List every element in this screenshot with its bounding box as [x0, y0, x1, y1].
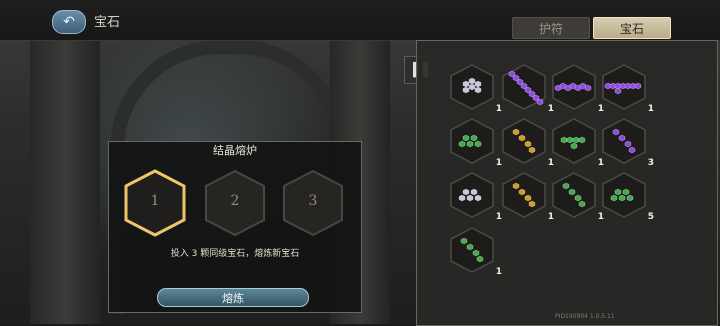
gem-icon	[460, 237, 468, 245]
gem-icon	[512, 182, 520, 190]
gem-icon	[614, 188, 622, 196]
gem-slot[interactable]: 1	[502, 64, 554, 114]
gem-icon	[618, 134, 626, 142]
stone-pillar-left	[30, 40, 100, 324]
gem-icon	[466, 140, 474, 148]
crystal-forge-panel: 结晶熔炉 1 2 3 投入 3 颗同级宝石，熔炼新宝石 熔炼	[108, 141, 362, 313]
forge-title: 结晶熔炉	[213, 144, 257, 157]
gem-icon	[524, 140, 532, 148]
gem-slot[interactable]: 1	[450, 172, 502, 222]
gem-icon	[528, 200, 536, 208]
gem-count: 1	[647, 104, 654, 114]
gem-icon	[472, 249, 480, 257]
gem-slot[interactable]: 1	[602, 64, 654, 114]
gem-slot[interactable]: 1	[450, 64, 502, 114]
gem-slot[interactable]: 5	[602, 172, 654, 222]
gem-icon	[474, 194, 482, 202]
gem-icon	[574, 194, 582, 202]
gem-icon	[562, 182, 570, 190]
tab-gem[interactable]: 宝石	[593, 17, 671, 39]
tab-bar: 护符 宝石	[512, 17, 671, 39]
gem-slot[interactable]: 1	[552, 64, 604, 114]
gem-icon	[518, 134, 526, 142]
gem-icon	[634, 82, 642, 90]
gem-icon	[612, 128, 620, 136]
smelt-button[interactable]: 熔炼	[157, 288, 309, 307]
gem-icon	[578, 200, 586, 208]
gem-slot[interactable]: 1	[450, 118, 502, 168]
gem-icon	[524, 194, 532, 202]
gem-icon	[610, 194, 618, 202]
gem-icon	[468, 77, 476, 85]
gem-icon	[518, 188, 526, 196]
gem-count: 5	[647, 212, 654, 222]
top-bar: ↶ 宝石 护符 宝石	[0, 0, 720, 41]
gem-icon	[512, 128, 520, 136]
gem-icon	[470, 134, 478, 142]
gem-icon	[584, 84, 592, 92]
gem-icon	[462, 86, 470, 94]
forge-slot-1[interactable]: 1	[123, 168, 187, 238]
gem-icon	[462, 80, 470, 88]
gem-icon	[624, 140, 632, 148]
gem-slot[interactable]: 1	[502, 172, 554, 222]
page-title: 宝石	[94, 15, 121, 30]
gem-slot[interactable]: 1	[552, 172, 604, 222]
gem-icon	[566, 136, 574, 144]
gem-icon	[474, 140, 482, 148]
gem-icon	[628, 146, 636, 154]
gem-icon	[468, 83, 476, 91]
gem-icon	[528, 146, 536, 154]
gem-slot[interactable]: 1	[502, 118, 554, 168]
gem-icon	[470, 188, 478, 196]
forge-instruction: 投入 3 颗同级宝石，熔炼新宝石	[170, 249, 300, 259]
gem-icon	[458, 140, 466, 148]
gem-icon	[626, 194, 634, 202]
gem-icon	[618, 194, 626, 202]
gem-icon	[572, 136, 580, 144]
gem-icon	[622, 188, 630, 196]
gem-icon	[474, 80, 482, 88]
gem-icon	[536, 98, 544, 106]
gem-icon	[462, 188, 470, 196]
gem-slot[interactable]: 3	[602, 118, 654, 168]
gem-icon	[466, 243, 474, 251]
gem-icon	[578, 136, 586, 144]
gem-slot[interactable]: 1	[450, 227, 502, 277]
gem-slot[interactable]: 1	[552, 118, 604, 168]
gem-icon	[474, 86, 482, 94]
back-button[interactable]: ↶	[52, 10, 86, 34]
gem-icon	[458, 194, 466, 202]
gem-icon	[466, 194, 474, 202]
gem-icon	[570, 142, 578, 150]
back-arrow-icon: ↶	[63, 14, 75, 30]
gem-icon	[560, 136, 568, 144]
gem-icon	[462, 134, 470, 142]
gem-icon	[568, 188, 576, 196]
forge-slot-3[interactable]: 3	[281, 168, 345, 238]
version-text: PID190994 1.0.5.11	[555, 313, 615, 320]
forge-slot-2[interactable]: 2	[203, 168, 267, 238]
gem-icon	[476, 255, 484, 263]
gem-icon	[614, 87, 622, 95]
gem-count: 3	[647, 158, 654, 168]
gem-count: 1	[495, 267, 502, 277]
tab-amulet[interactable]: 护符	[512, 17, 590, 39]
